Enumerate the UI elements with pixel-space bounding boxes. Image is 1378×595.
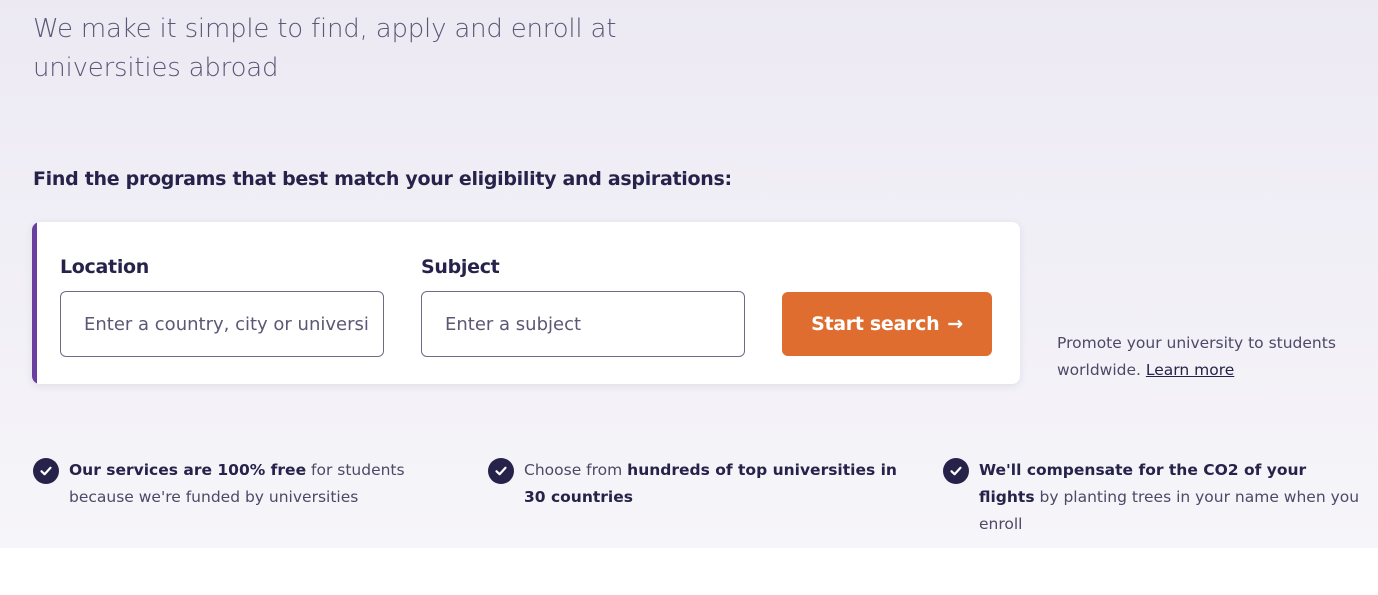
- benefit-text: We'll compensate for the CO2 of your fli…: [979, 457, 1363, 538]
- hero-section: We make it simple to find, apply and enr…: [0, 0, 1378, 548]
- location-input[interactable]: [60, 291, 384, 357]
- start-search-button[interactable]: Start search →: [782, 292, 992, 356]
- learn-more-link[interactable]: Learn more: [1146, 361, 1234, 379]
- search-card-accent-bar: [32, 222, 37, 384]
- subject-input[interactable]: [421, 291, 745, 357]
- arrow-right-icon: →: [947, 313, 963, 335]
- check-circle-icon: [33, 458, 59, 484]
- promote-university-text: Promote your university to students worl…: [1057, 330, 1357, 384]
- benefit-text: Choose from hundreds of top universities…: [524, 457, 918, 511]
- benefit-co2-compensation: We'll compensate for the CO2 of your fli…: [943, 457, 1363, 538]
- find-programs-heading: Find the programs that best match your e…: [33, 168, 732, 190]
- benefit-rest: by planting trees in your name when you …: [979, 488, 1360, 533]
- check-circle-icon: [488, 458, 514, 484]
- benefit-bold: Our services are 100% free: [69, 461, 307, 479]
- benefit-text: Our services are 100% free for students …: [69, 457, 463, 511]
- benefit-lead: Choose from: [524, 461, 628, 479]
- benefit-free-services: Our services are 100% free for students …: [33, 457, 463, 511]
- location-label: Location: [60, 256, 150, 278]
- check-circle-icon: [943, 458, 969, 484]
- benefit-top-universities: Choose from hundreds of top universities…: [488, 457, 918, 511]
- search-card: Location Subject Start search →: [32, 222, 1020, 384]
- hero-tagline: We make it simple to find, apply and enr…: [33, 14, 617, 83]
- start-search-label: Start search: [811, 313, 940, 335]
- subject-label: Subject: [421, 256, 500, 278]
